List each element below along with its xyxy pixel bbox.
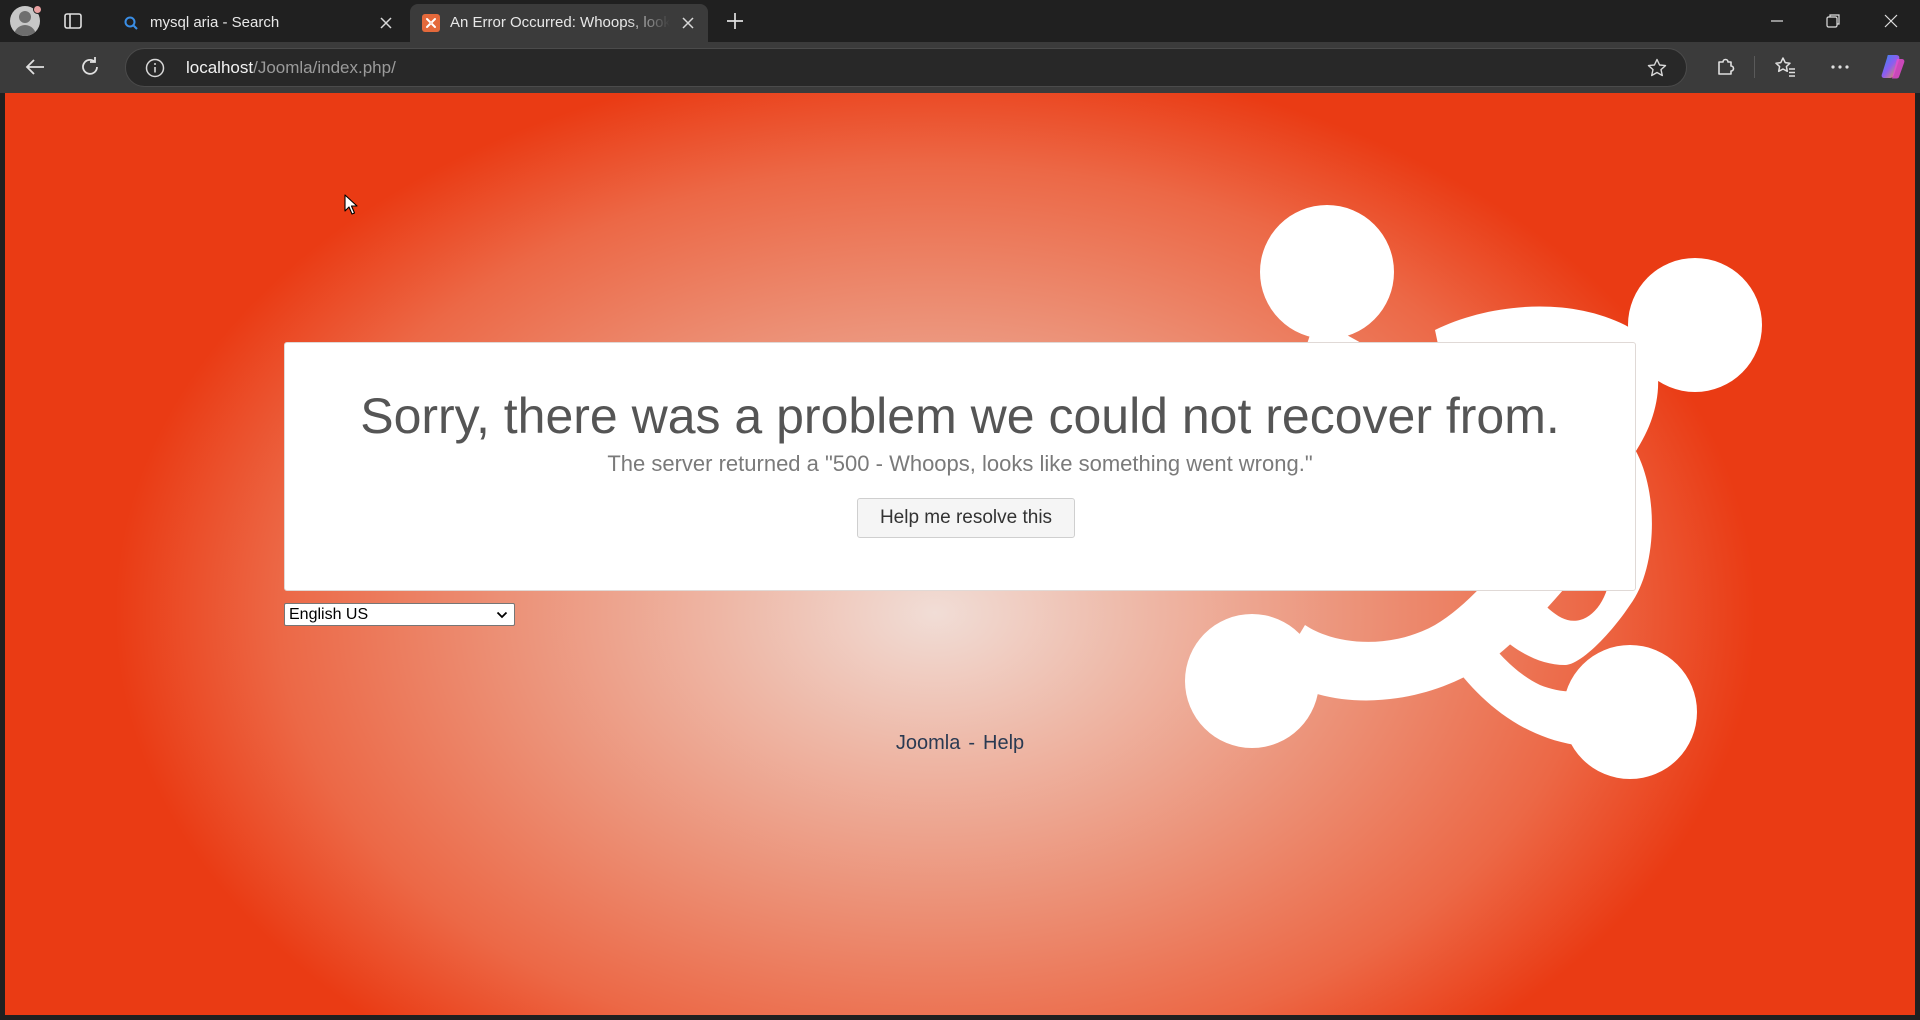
mouse-cursor-icon <box>344 194 358 215</box>
more-options-icon[interactable] <box>1825 52 1855 82</box>
joomla-icon <box>422 14 440 32</box>
refresh-icon[interactable] <box>75 52 105 82</box>
page-footer: Joomla - Help <box>5 732 1915 755</box>
new-tab-icon[interactable] <box>722 8 748 34</box>
chevron-down-icon <box>496 611 508 619</box>
error-card: Sorry, there was a problem we could not … <box>284 342 1636 591</box>
footer-link-joomla[interactable]: Joomla <box>896 732 960 754</box>
close-window-icon[interactable] <box>1876 6 1906 36</box>
search-icon <box>124 16 138 30</box>
tab-search[interactable]: mysql aria - Search <box>110 4 406 42</box>
footer-separator: - <box>968 732 975 754</box>
help-resolve-button[interactable]: Help me resolve this <box>857 498 1075 538</box>
tab-actions-icon[interactable] <box>60 8 86 34</box>
favorite-star-icon[interactable] <box>1646 57 1668 79</box>
language-select[interactable]: English US <box>284 603 515 626</box>
extensions-icon[interactable] <box>1710 52 1740 82</box>
page-viewport: Sorry, there was a problem we could not … <box>5 93 1915 1015</box>
error-message: The server returned a "500 - Whoops, loo… <box>607 451 1313 476</box>
language-select-value: English US <box>289 606 369 623</box>
browser-tabstrip: mysql aria - Search An Error Occurred: W… <box>0 0 1920 42</box>
tab-title: An Error Occurred: Whoops, looks like so… <box>450 14 670 31</box>
address-bar[interactable]: localhost/Joomla/index.php/ <box>125 48 1687 87</box>
close-tab-icon[interactable] <box>680 15 696 31</box>
url-text[interactable]: localhost/Joomla/index.php/ <box>186 58 396 78</box>
browser-toolbar: localhost/Joomla/index.php/ <box>0 42 1920 93</box>
profile-notification-dot <box>33 5 42 14</box>
copilot-icon[interactable] <box>1878 51 1908 81</box>
toolbar-separator <box>1754 56 1755 78</box>
minimize-icon[interactable] <box>1762 6 1792 36</box>
site-info-icon[interactable] <box>144 57 166 79</box>
tab-error[interactable]: An Error Occurred: Whoops, looks like so… <box>410 4 708 42</box>
back-icon[interactable] <box>20 52 50 82</box>
favorites-icon[interactable] <box>1770 52 1800 82</box>
footer-link-help[interactable]: Help <box>983 732 1024 754</box>
error-heading: Sorry, there was a problem we could not … <box>360 388 1560 444</box>
close-tab-icon[interactable] <box>378 15 394 31</box>
tab-title: mysql aria - Search <box>150 14 280 31</box>
url-host: localhost <box>186 58 254 77</box>
url-path: /Joomla/index.php/ <box>253 58 396 77</box>
restore-icon[interactable] <box>1818 6 1848 36</box>
